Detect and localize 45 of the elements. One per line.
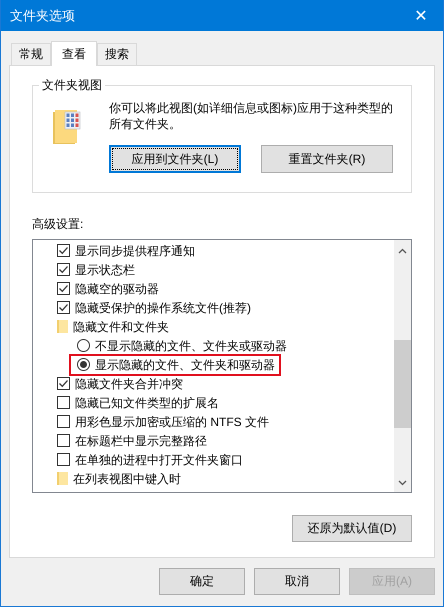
tab[interactable]: 搜索 [97,43,137,65]
setting-label: 用彩色显示加密或压缩的 NTFS 文件 [75,414,269,430]
setting-label: 隐藏已知文件类型的扩展名 [75,394,219,410]
setting-label: 隐藏文件夹合并冲突 [75,376,183,392]
setting-label: 在单独的进程中打开文件夹窗口 [75,452,243,468]
checkbox[interactable] [57,263,70,276]
setting-label: 隐藏受保护的操作系统文件(推荐) [75,300,251,316]
setting-label: 不显示隐藏的文件、文件夹或驱动器 [95,338,287,354]
setting-label: 显示状态栏 [75,262,135,278]
tab[interactable]: 常规 [11,43,51,65]
setting-group-label: 在列表视图中键入时 [73,470,181,486]
dialog-button[interactable]: 确定 [159,568,245,595]
setting-label: 在标题栏中显示完整路径 [75,432,207,448]
checkbox[interactable] [57,434,70,447]
scroll-up-icon[interactable] [398,248,407,254]
checkbox[interactable] [57,301,70,314]
setting-label: 隐藏空的驱动器 [75,280,159,296]
folder-view-icon [53,108,81,144]
folder-view-button[interactable]: 重置文件夹(R) [261,145,393,173]
restore-defaults-button[interactable]: 还原为默认值(D) [292,515,412,542]
checkbox[interactable] [57,282,70,295]
scrollbar[interactable] [394,240,411,492]
setting-label: 显示隐藏的文件、文件夹和驱动器 [95,356,275,372]
folder-icon [57,472,68,485]
group-title: 文件夹视图 [39,77,105,94]
description-text: 你可以将此视图(如详细信息或图标)应用于这种类型的所有文件夹。 [109,100,394,132]
tab[interactable]: 查看 [51,41,97,66]
dialog-button[interactable]: 取消 [254,568,340,595]
radio-button[interactable] [77,358,90,371]
window-title: 文件夹选项 [10,6,75,24]
radio-button[interactable] [77,339,90,352]
checkbox[interactable] [57,244,70,257]
checkbox[interactable] [57,377,70,390]
scrollbar-thumb[interactable] [394,340,411,428]
folder-view-button[interactable]: 应用到文件夹(L) [109,145,241,173]
setting-label: 显示同步提供程序通知 [75,242,195,258]
close-button[interactable]: ✕ [399,0,443,31]
folder-icon [57,320,68,333]
scroll-down-icon[interactable] [398,480,407,486]
setting-group-label: 隐藏文件和文件夹 [73,318,169,334]
checkbox[interactable] [57,453,70,466]
checkbox[interactable] [57,415,70,428]
radio-row[interactable]: 不显示隐藏的文件、文件夹或驱动器 [69,334,293,356]
checkbox[interactable] [57,396,70,409]
advanced-settings-label: 高级设置: [32,216,84,232]
